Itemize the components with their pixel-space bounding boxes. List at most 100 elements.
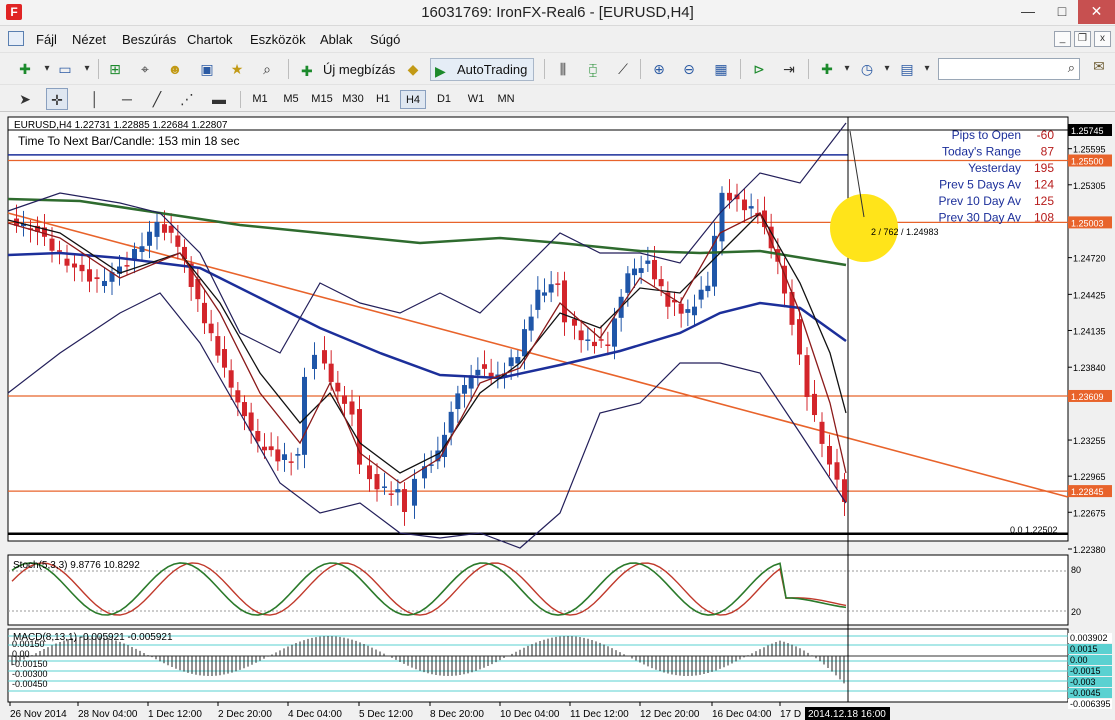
candlestick-icon[interactable]: ⧮	[582, 58, 604, 80]
search-field[interactable]: ⌕	[938, 58, 1080, 80]
menu-tools[interactable]: Eszközök	[250, 32, 306, 47]
dropdown-arrow-icon[interactable]: ▾	[876, 58, 898, 80]
stat-value: 124	[1034, 178, 1054, 192]
timeframe-d1[interactable]: D1	[432, 90, 456, 109]
new-order-button[interactable]: ✚ Új megbízás	[296, 58, 402, 81]
candle-body	[804, 355, 810, 397]
candle-body	[87, 269, 92, 282]
menu-help[interactable]: Súgó	[370, 32, 400, 47]
new-chart-icon[interactable]: ✚	[14, 58, 36, 80]
macd-left-tick: -0.00150	[12, 659, 48, 669]
candle-body	[692, 306, 697, 316]
candle-body	[742, 199, 747, 211]
crosshair-tool-icon[interactable]: ✛	[46, 88, 68, 110]
main-price-panel[interactable]	[7, 116, 1069, 542]
crosshair-icon[interactable]: ⌖	[134, 58, 156, 80]
candle-body	[652, 259, 657, 280]
candle-body	[175, 235, 181, 247]
search-icon[interactable]: ⌕	[1068, 60, 1075, 76]
candle-body	[482, 364, 487, 369]
trendline-icon[interactable]: ╱	[146, 88, 168, 110]
menu-charts[interactable]: Chartok	[187, 32, 233, 47]
timeframe-w1[interactable]: W1	[464, 90, 488, 109]
candle-body	[275, 449, 281, 462]
dropdown-arrow-icon[interactable]: ▾	[836, 58, 858, 80]
price-highlight-label: 1.22845	[1071, 487, 1104, 497]
time-axis[interactable]: 26 Nov 2014 28 Nov 04:00 1 Dec 12:00 2 Dec …	[9, 702, 890, 720]
mailbox-icon[interactable]: ✉	[1088, 58, 1110, 80]
candle-body	[235, 390, 241, 403]
price-tick-label: 1.24135	[1073, 326, 1106, 336]
menu-file[interactable]: Fájl	[36, 32, 57, 47]
indicators-icon[interactable]: ✚	[816, 58, 838, 80]
bar-chart-icon[interactable]: ⫼	[552, 58, 574, 80]
candle-body	[64, 258, 70, 266]
price-tick-label: 1.25595	[1073, 145, 1106, 155]
horizontal-line-icon[interactable]: ─	[116, 88, 138, 110]
app-window: F 16031769: IronFX-Real6 - [EURUSD,H4] —…	[0, 0, 1115, 720]
candle-body	[374, 474, 380, 490]
metaeditor-icon[interactable]: ◆	[402, 58, 424, 80]
market-watch-icon[interactable]: ⊞	[104, 58, 126, 80]
mdi-minimize-button[interactable]: _	[1054, 31, 1071, 47]
navigator-icon[interactable]: ☻	[164, 58, 186, 80]
templates-icon[interactable]: ▤	[896, 58, 918, 80]
timeframe-m30[interactable]: M30	[339, 90, 367, 109]
strategy-tester-icon[interactable]: ★	[226, 58, 248, 80]
stat-value: 125	[1034, 194, 1054, 208]
auto-scroll-icon[interactable]: ⊳	[748, 58, 770, 80]
candle-body	[462, 385, 467, 394]
time-cursor-label: 2014.12.18 16:00	[808, 709, 886, 720]
dropdown-arrow-icon[interactable]: ▾	[916, 58, 938, 80]
new-order-icon: ✚	[301, 63, 313, 79]
menu-view[interactable]: Nézet	[72, 32, 106, 47]
channel-icon[interactable]: ⋰	[176, 88, 198, 110]
price-chart-canvas[interactable]: EURUSD,H4 1.22731 1.22885 1.22684 1.2280…	[0, 113, 1115, 720]
timeframe-h4[interactable]: H4	[400, 90, 426, 109]
macd-right-tick: 0.0015	[1070, 644, 1098, 654]
tile-windows-icon[interactable]: ▦	[710, 58, 732, 80]
candle-body	[395, 489, 401, 493]
minimize-button[interactable]: —	[1008, 0, 1048, 24]
price-scale[interactable]: 1.25745 1.25500 1.25003 1.23609 1.22845 1.255…	[1068, 124, 1112, 555]
zoom-out-icon[interactable]: ⊖	[678, 58, 700, 80]
search-chart-icon[interactable]: ⌕	[256, 58, 278, 80]
candle-body	[132, 249, 137, 260]
chart-shift-icon[interactable]: ⇥	[778, 58, 800, 80]
stochastic-panel[interactable]	[7, 554, 1069, 626]
candle-body	[382, 486, 387, 488]
timeframe-m15[interactable]: M15	[308, 90, 336, 109]
timeframe-mn[interactable]: MN	[493, 90, 519, 109]
profiles-icon[interactable]: ▭	[54, 58, 76, 80]
macd-right-tick: 0.00	[1070, 655, 1088, 665]
timeframe-h1[interactable]: H1	[371, 90, 395, 109]
text-tool-icon[interactable]: ▬	[208, 88, 230, 110]
search-input[interactable]	[939, 59, 1057, 79]
mdi-close-button[interactable]: x	[1094, 31, 1111, 47]
price-tick-label: 1.22675	[1073, 508, 1106, 518]
dropdown-arrow-icon[interactable]: ▾	[76, 58, 98, 80]
vertical-line-icon[interactable]: │	[84, 88, 106, 110]
zoom-in-icon[interactable]: ⊕	[648, 58, 670, 80]
timeframe-m1[interactable]: M1	[248, 90, 272, 109]
line-chart-icon[interactable]: ⟋	[612, 58, 634, 80]
candle-body	[632, 268, 637, 276]
cursor-icon[interactable]: ➤	[14, 88, 36, 110]
maximize-button[interactable]: □	[1050, 0, 1074, 24]
mdi-restore-button[interactable]: ❐	[1074, 31, 1091, 47]
menu-window[interactable]: Ablak	[320, 32, 353, 47]
menu-insert[interactable]: Beszúrás	[122, 32, 176, 47]
macd-right-tick: 0.003902	[1070, 633, 1108, 643]
candle-body	[262, 446, 267, 451]
candle-body	[322, 350, 327, 364]
terminal-icon[interactable]: ▣	[196, 58, 218, 80]
chart-header: EURUSD,H4 1.22731 1.22885 1.22684 1.2280…	[14, 120, 228, 131]
autotrading-button[interactable]: ▶ AutoTrading	[430, 58, 535, 81]
periods-clock-icon[interactable]: ◷	[856, 58, 878, 80]
close-button[interactable]: ✕	[1078, 0, 1115, 24]
timeframe-m5[interactable]: M5	[279, 90, 303, 109]
document-icon[interactable]	[8, 31, 24, 46]
chart-window[interactable]: EURUSD,H4 1.22731 1.22885 1.22684 1.2280…	[0, 113, 1115, 720]
new-order-label: Új megbízás	[323, 62, 396, 77]
macd-left-tick: 0.00	[12, 649, 30, 659]
